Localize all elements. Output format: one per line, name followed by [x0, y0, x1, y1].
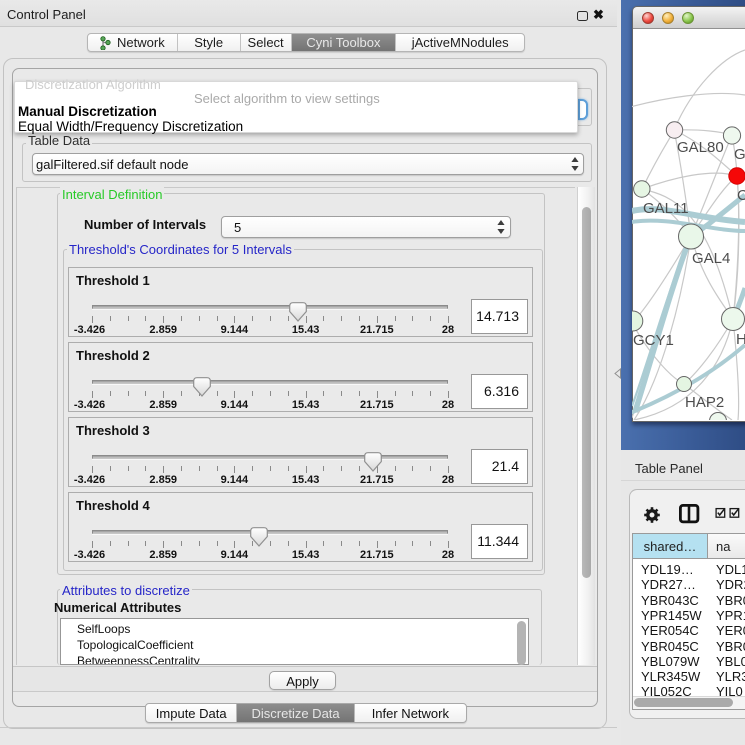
svg-text:GA: GA: [734, 146, 745, 163]
svg-text:HAP2: HAP2: [685, 394, 724, 411]
svg-text:GCY1: GCY1: [633, 332, 674, 349]
svg-text:GAL4: GAL4: [692, 250, 730, 267]
svg-text:GAL80: GAL80: [677, 139, 724, 156]
svg-text:C: C: [737, 187, 745, 204]
svg-text:H: H: [736, 331, 745, 348]
svg-text:GAL11: GAL11: [643, 200, 689, 217]
